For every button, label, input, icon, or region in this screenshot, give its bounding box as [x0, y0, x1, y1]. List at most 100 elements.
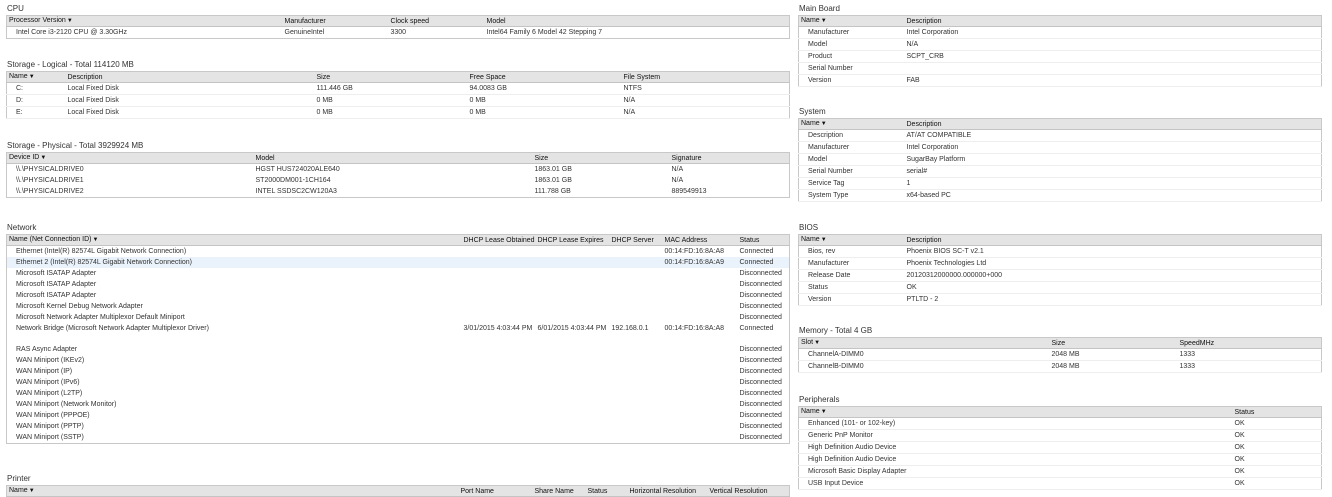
- table-row[interactable]: Microsoft ISATAP Adapter Disconnected: [7, 279, 790, 290]
- col-description[interactable]: Description: [65, 71, 315, 83]
- table-row[interactable]: WAN Miniport (PPTP) Disconnected: [7, 421, 790, 432]
- table-row[interactable]: Microsoft Basic Display Adapter OK: [798, 465, 1322, 478]
- col-mac-address[interactable]: MAC Address: [662, 234, 738, 246]
- table-row[interactable]: Status OK: [798, 281, 1322, 294]
- table-cell: Connected: [737, 257, 790, 268]
- col-file-system[interactable]: File System: [621, 71, 790, 83]
- table-row[interactable]: D: Local Fixed Disk 0 MB 0 MB N/A: [6, 94, 790, 107]
- col-clock-speed[interactable]: Clock speed: [388, 15, 485, 27]
- table-row[interactable]: Network Bridge (Microsoft Network Adapte…: [7, 323, 790, 344]
- table-row[interactable]: Bios, rev Phoenix BIOS SC-T v2.1: [798, 245, 1322, 258]
- table-row[interactable]: Version FAB: [798, 74, 1322, 87]
- table-row[interactable]: Manufacturer Intel Corporation: [798, 26, 1322, 39]
- table-row[interactable]: Generic PnP Monitor OK: [798, 429, 1322, 442]
- table-row[interactable]: Microsoft ISATAP Adapter Disconnected: [7, 290, 790, 301]
- col-signature[interactable]: Signature: [669, 152, 790, 164]
- col-description[interactable]: Description: [904, 15, 1322, 27]
- table-row[interactable]: ChannelB-DIMM0 2048 MB 1333: [798, 360, 1322, 373]
- table-row[interactable]: System Type x64-based PC: [798, 189, 1322, 202]
- table-row[interactable]: WAN Miniport (L2TP) Disconnected: [7, 388, 790, 399]
- table-row[interactable]: WAN Miniport (PPPOE) Disconnected: [7, 410, 790, 421]
- table-cell: [663, 344, 738, 355]
- table-row[interactable]: E: Local Fixed Disk 0 MB 0 MB N/A: [6, 106, 790, 119]
- table-cell: [610, 301, 663, 312]
- table-row[interactable]: Microsoft ISATAP Adapter Disconnected: [7, 268, 790, 279]
- table-row[interactable]: Product SCPT_CRB: [798, 50, 1322, 63]
- table-row[interactable]: High Definition Audio Device OK: [798, 453, 1322, 466]
- col-vertical-resolution[interactable]: Vertical Resolution: [707, 485, 790, 497]
- table-cell: [536, 246, 610, 258]
- col-speed[interactable]: SpeedMHz: [1177, 337, 1322, 349]
- table-cell: Version: [798, 74, 905, 87]
- table-row[interactable]: Model SugarBay Platform: [798, 153, 1322, 166]
- table-row[interactable]: WAN Miniport (Network Monitor) Disconnect…: [7, 399, 790, 410]
- table-cell: Ethernet (Intel(R) 82574L Gigabit Networ…: [16, 248, 187, 255]
- col-size[interactable]: Size: [532, 152, 670, 164]
- col-description[interactable]: Description: [904, 118, 1322, 130]
- mainboard-table: Name▼ Description Manufacturer Intel Corp…: [798, 15, 1322, 87]
- table-cell: [663, 410, 738, 421]
- col-slot[interactable]: Slot▼: [798, 337, 1050, 349]
- col-name[interactable]: Name▼: [798, 406, 1233, 418]
- col-share-name[interactable]: Share Name: [532, 485, 586, 497]
- table-row[interactable]: WAN Miniport (SSTP) Disconnected: [7, 432, 790, 444]
- col-processor-version[interactable]: Processor Version▼: [6, 15, 283, 27]
- table-row[interactable]: USB Input Device OK: [798, 477, 1322, 490]
- col-name[interactable]: Name▼: [798, 118, 905, 130]
- table-row[interactable]: \\.\PHYSICALDRIVE2 INTEL SSDSC2CW120A3 111…: [7, 186, 790, 198]
- col-net-name[interactable]: Name (Net Connection ID)▼: [6, 234, 462, 246]
- table-row[interactable]: WAN Miniport (IPv6) Disconnected: [7, 377, 790, 388]
- table-row[interactable]: Serial Number serial#: [798, 165, 1322, 178]
- table-cell: 0 MB: [314, 94, 468, 107]
- table-row[interactable]: \\.\PHYSICALDRIVE1 ST2000DM001-1CH164 1863…: [7, 175, 790, 186]
- col-size[interactable]: Size: [314, 71, 468, 83]
- col-horizontal-resolution[interactable]: Horizontal Resolution: [627, 485, 708, 497]
- table-cell: 889549913: [671, 188, 707, 195]
- table-row[interactable]: High Definition Audio Device OK: [798, 441, 1322, 454]
- table-row[interactable]: Ethernet (Intel(R) 82574L Gigabit Networ…: [7, 246, 790, 258]
- col-manufacturer[interactable]: Manufacturer: [282, 15, 389, 27]
- col-name[interactable]: Name▼: [798, 234, 905, 246]
- col-name[interactable]: Name▼: [798, 15, 905, 27]
- table-cell: 2048 MB: [1049, 360, 1178, 373]
- table-row[interactable]: WAN Miniport (IKEv2) Disconnected: [7, 355, 790, 366]
- table-row[interactable]: Version PTLTD - 2: [798, 293, 1322, 306]
- table-cell: Status: [798, 281, 905, 294]
- table-row[interactable]: ChannelA-DIMM0 2048 MB 1333: [798, 348, 1322, 361]
- table-row[interactable]: Description AT/AT COMPATIBLE: [798, 129, 1322, 142]
- col-dhcp-server[interactable]: DHCP Server: [609, 234, 663, 246]
- col-dhcp-obtained[interactable]: DHCP Lease Obtained: [461, 234, 536, 246]
- table-row[interactable]: Manufacturer Phoenix Technologies Ltd: [798, 257, 1322, 270]
- table-row[interactable]: WAN Miniport (IP) Disconnected: [7, 366, 790, 377]
- table-row[interactable]: Release Date 20120312000000.000000+000: [798, 269, 1322, 282]
- table-row[interactable]: Microsoft Network Adapter Multiplexor De…: [7, 312, 790, 323]
- col-model[interactable]: Model: [484, 15, 790, 27]
- col-port-name[interactable]: Port Name: [458, 485, 533, 497]
- table-row[interactable]: Intel Core i3-2120 CPU @ 3.30GHz Genuine…: [7, 27, 790, 39]
- col-name[interactable]: Name▼: [6, 71, 66, 83]
- col-printer-name[interactable]: Name▼: [6, 485, 459, 497]
- col-model[interactable]: Model: [253, 152, 533, 164]
- col-free-space[interactable]: Free Space: [467, 71, 622, 83]
- col-description[interactable]: Description: [904, 234, 1322, 246]
- table-row[interactable]: Ethernet 2 (Intel(R) 82574L Gigabit Netw…: [6, 257, 790, 268]
- table-row[interactable]: RAS Async Adapter Disconnected: [7, 344, 790, 355]
- col-status[interactable]: Status: [585, 485, 628, 497]
- table-row[interactable]: Serial Number: [798, 62, 1322, 75]
- col-size[interactable]: Size: [1049, 337, 1178, 349]
- table-row[interactable]: Manufacturer Intel Corporation: [798, 141, 1322, 154]
- table-row[interactable]: Service Tag 1: [798, 177, 1322, 190]
- table-row[interactable]: Model N/A: [798, 38, 1322, 51]
- col-dhcp-expires[interactable]: DHCP Lease Expires: [535, 234, 610, 246]
- table-cell: N/A: [671, 166, 684, 173]
- col-status[interactable]: Status: [737, 234, 790, 246]
- table-row[interactable]: Enhanced (101- or 102-key) OK: [798, 417, 1322, 430]
- table-row[interactable]: Microsoft Kernel Debug Network Adapter Di…: [7, 301, 790, 312]
- col-device-id[interactable]: Device ID▼: [6, 152, 254, 164]
- table-cell: 1333: [1177, 360, 1322, 373]
- table-row[interactable]: \\.\PHYSICALDRIVE0 HGST HUS724020ALE640 18…: [7, 164, 790, 176]
- col-status[interactable]: Status: [1232, 406, 1322, 418]
- table-cell: [536, 410, 610, 421]
- table-cell: Disconnected: [739, 314, 782, 321]
- table-row[interactable]: C: Local Fixed Disk 111.446 GB 94.0083 GB NT…: [6, 82, 790, 95]
